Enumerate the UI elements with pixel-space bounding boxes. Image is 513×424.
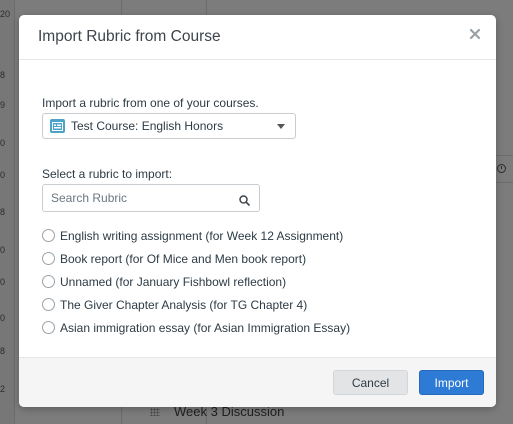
select-rubric-label: Select a rubric to import: xyxy=(42,167,173,181)
background-number: 0 xyxy=(0,138,6,148)
background-number: 9 xyxy=(0,100,6,110)
rubric-list: English writing assignment (for Week 12 … xyxy=(42,224,350,339)
radio-button[interactable] xyxy=(42,298,55,311)
dialog-header: Import Rubric from Course xyxy=(19,15,496,60)
background-number: 8 xyxy=(0,70,6,80)
background-number: 0 xyxy=(0,277,6,287)
dialog-title: Import Rubric from Course xyxy=(38,28,221,45)
course-icon xyxy=(50,119,65,133)
intro-text: Import a rubric from one of your courses… xyxy=(42,96,259,110)
rubric-option[interactable]: Asian immigration essay (for Asian Immig… xyxy=(42,316,350,339)
background-number: 0 xyxy=(0,245,6,255)
search-icon[interactable] xyxy=(239,193,250,206)
rubric-option-label: English writing assignment (for Week 12 … xyxy=(60,228,344,243)
rubric-option[interactable]: Unnamed (for January Fishbowl reflection… xyxy=(42,270,350,293)
background-number: 8 xyxy=(0,207,6,217)
radio-button[interactable] xyxy=(42,229,55,242)
rubric-option-label: Unnamed (for January Fishbowl reflection… xyxy=(60,274,287,289)
rubric-option-label: The Giver Chapter Analysis (for TG Chapt… xyxy=(60,297,308,312)
clock-icon xyxy=(497,164,506,173)
drag-handle-icon xyxy=(150,407,160,416)
radio-button[interactable] xyxy=(42,321,55,334)
background-number: 0 xyxy=(0,170,6,180)
dialog-footer: Cancel Import xyxy=(19,357,496,407)
rubric-option[interactable]: The Giver Chapter Analysis (for TG Chapt… xyxy=(42,293,350,316)
radio-button[interactable] xyxy=(42,252,55,265)
rubric-option[interactable]: Book report (for Of Mice and Men book re… xyxy=(42,247,350,270)
background-number: 20 xyxy=(0,9,11,19)
import-button[interactable]: Import xyxy=(419,370,484,395)
rubric-option[interactable]: English writing assignment (for Week 12 … xyxy=(42,224,350,247)
background-divider xyxy=(496,155,513,156)
background-number: 0 xyxy=(0,313,6,323)
cancel-button[interactable]: Cancel xyxy=(333,370,408,395)
course-select[interactable]: Test Course: English Honors xyxy=(42,113,296,139)
background-number: 2 xyxy=(0,384,6,394)
background-number: 8 xyxy=(0,346,6,356)
caret-down-icon xyxy=(277,124,285,129)
search-rubric-input[interactable] xyxy=(51,185,231,211)
rubric-option-label: Book report (for Of Mice and Men book re… xyxy=(60,251,307,266)
course-select-value: Test Course: English Honors xyxy=(71,119,224,133)
search-rubric-box xyxy=(42,184,260,212)
background-divider xyxy=(496,182,513,183)
rubric-option-label: Asian immigration essay (for Asian Immig… xyxy=(60,320,351,335)
dialog-body: Import a rubric from one of your courses… xyxy=(19,60,496,357)
close-icon[interactable] xyxy=(468,27,482,41)
radio-button[interactable] xyxy=(42,275,55,288)
import-rubric-dialog: Import Rubric from Course Import a rubri… xyxy=(19,15,496,407)
